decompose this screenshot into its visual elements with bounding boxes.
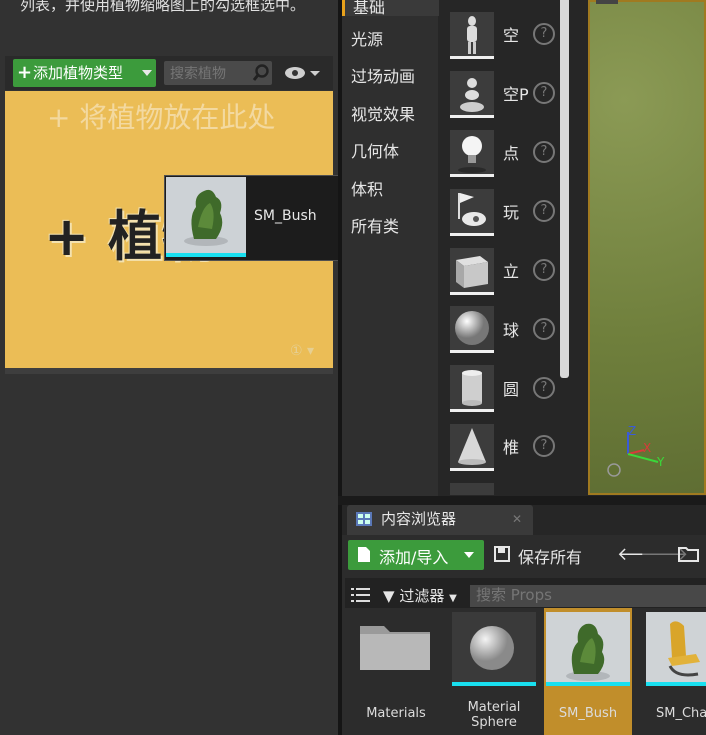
open-folder-icon[interactable] bbox=[678, 545, 700, 563]
material-sphere-icon bbox=[452, 612, 536, 686]
help-icon[interactable]: ? bbox=[533, 377, 555, 399]
item-label: 圆 bbox=[503, 380, 520, 399]
save-all-button[interactable]: 保存所有 bbox=[494, 542, 618, 568]
axis-x-label: X bbox=[643, 441, 652, 455]
bush-thumbnail-icon bbox=[546, 612, 630, 686]
category-basic-selected[interactable]: 基础 bbox=[342, 0, 441, 17]
add-import-button[interactable]: 添加/导入 bbox=[348, 540, 484, 570]
help-icon[interactable]: ? bbox=[533, 200, 555, 222]
cylinder-icon[interactable] bbox=[450, 365, 494, 412]
chair-thumbnail-icon bbox=[646, 612, 706, 686]
eye-icon[interactable] bbox=[283, 63, 323, 83]
content-browser-tab-label: 内容浏览器 bbox=[381, 510, 457, 528]
asset-name: Material Sphere bbox=[467, 700, 521, 730]
thumbnail-type-bar bbox=[166, 253, 246, 257]
axis-z-label: Z bbox=[628, 424, 637, 438]
asset-name: Materials bbox=[366, 706, 426, 721]
add-foliage-type-button[interactable]: + 添加植物类型 bbox=[13, 59, 156, 87]
category-visual-effects[interactable]: 视觉效果 bbox=[351, 101, 415, 125]
close-icon[interactable]: ✕ bbox=[512, 512, 522, 526]
chevron-down-icon: ▼ bbox=[449, 593, 457, 604]
asset-tile-material-sphere[interactable]: Material Sphere bbox=[452, 612, 536, 735]
category-all-classes[interactable]: 所有类 bbox=[351, 213, 399, 237]
foliage-hint-text: 列表，并使用植物缩略图上的勾选框选中。 bbox=[20, 0, 306, 14]
chevron-down-icon bbox=[464, 552, 474, 558]
add-import-label: 添加/导入 bbox=[379, 548, 449, 567]
category-basic-label: 基础 bbox=[353, 0, 386, 17]
new-file-icon bbox=[358, 547, 370, 562]
asset-tile-sm-bush[interactable]: SM_Bush bbox=[546, 612, 630, 735]
item-label: 球 bbox=[503, 321, 520, 340]
sources-list-icon[interactable] bbox=[350, 586, 372, 606]
drop-zone-icons: ① ▾ bbox=[290, 343, 315, 359]
search-icon[interactable] bbox=[252, 64, 270, 82]
item-label: 空P bbox=[503, 85, 529, 104]
items-scrollbar[interactable] bbox=[560, 0, 569, 378]
save-all-label: 保存所有 bbox=[518, 548, 583, 567]
asset-name: SM_Bush bbox=[558, 706, 618, 721]
foliage-scrollbar[interactable] bbox=[5, 368, 333, 374]
sphere-icon[interactable] bbox=[450, 306, 494, 353]
viewport-button[interactable] bbox=[596, 0, 618, 4]
help-icon[interactable]: ? bbox=[533, 259, 555, 281]
asset-tile-sm-chair[interactable]: SM_Chai bbox=[646, 612, 706, 735]
level-viewport[interactable] bbox=[588, 0, 706, 495]
item-label: 空 bbox=[503, 26, 520, 45]
foliage-search-input[interactable] bbox=[168, 63, 252, 85]
save-icon bbox=[494, 546, 510, 562]
plus-icon: + bbox=[17, 62, 33, 83]
asset-type-bar bbox=[646, 682, 706, 686]
asset-tile-materials[interactable]: Materials bbox=[354, 612, 438, 735]
content-search-input[interactable] bbox=[470, 585, 702, 605]
item-label: 椎 bbox=[503, 438, 520, 457]
filters-label: 过滤器 bbox=[399, 587, 445, 605]
category-volumes[interactable]: 体积 bbox=[351, 176, 383, 200]
content-browser-icon bbox=[356, 512, 372, 526]
category-geometry[interactable]: 几何体 bbox=[351, 138, 399, 162]
drop-hint-text: + 将植物放在此处 bbox=[47, 101, 276, 134]
empty-actor-icon[interactable] bbox=[450, 12, 494, 59]
point-light-icon[interactable] bbox=[450, 130, 494, 177]
chevron-down-icon bbox=[142, 70, 152, 76]
help-icon[interactable]: ? bbox=[533, 318, 555, 340]
asset-name: SM_Chai bbox=[656, 706, 706, 721]
axis-y-label: Y bbox=[657, 455, 665, 469]
help-icon[interactable]: ? bbox=[533, 82, 555, 104]
add-foliage-type-label: 添加植物类型 bbox=[33, 64, 124, 82]
filters-button[interactable]: ▼ 过滤器 ▼ bbox=[383, 585, 457, 606]
drag-tooltip-label: SM_Bush bbox=[254, 208, 317, 224]
partial-item-thumbnail bbox=[450, 483, 494, 495]
help-icon[interactable]: ? bbox=[533, 141, 555, 163]
item-label: 立 bbox=[503, 262, 520, 281]
asset-type-bar bbox=[452, 682, 536, 686]
panel-splitter[interactable] bbox=[338, 496, 706, 505]
cone-icon[interactable] bbox=[450, 424, 494, 471]
asset-type-bar bbox=[546, 682, 630, 686]
item-label: 玩 bbox=[503, 203, 520, 222]
filter-icon: ▼ bbox=[383, 587, 395, 605]
axis-gizmo-icon bbox=[607, 432, 659, 477]
empty-pawn-icon[interactable] bbox=[450, 71, 494, 118]
category-cinematic[interactable]: 过场动画 bbox=[351, 63, 415, 87]
cube-icon[interactable] bbox=[450, 248, 494, 295]
category-lights[interactable]: 光源 bbox=[351, 26, 383, 50]
folder-icon bbox=[360, 626, 430, 670]
help-icon[interactable]: ? bbox=[533, 23, 555, 45]
bush-thumbnail-icon bbox=[166, 177, 246, 253]
help-icon[interactable]: ? bbox=[533, 435, 555, 457]
item-label: 点 bbox=[503, 144, 520, 163]
content-search-box[interactable] bbox=[470, 585, 706, 607]
player-start-icon[interactable] bbox=[450, 189, 494, 236]
